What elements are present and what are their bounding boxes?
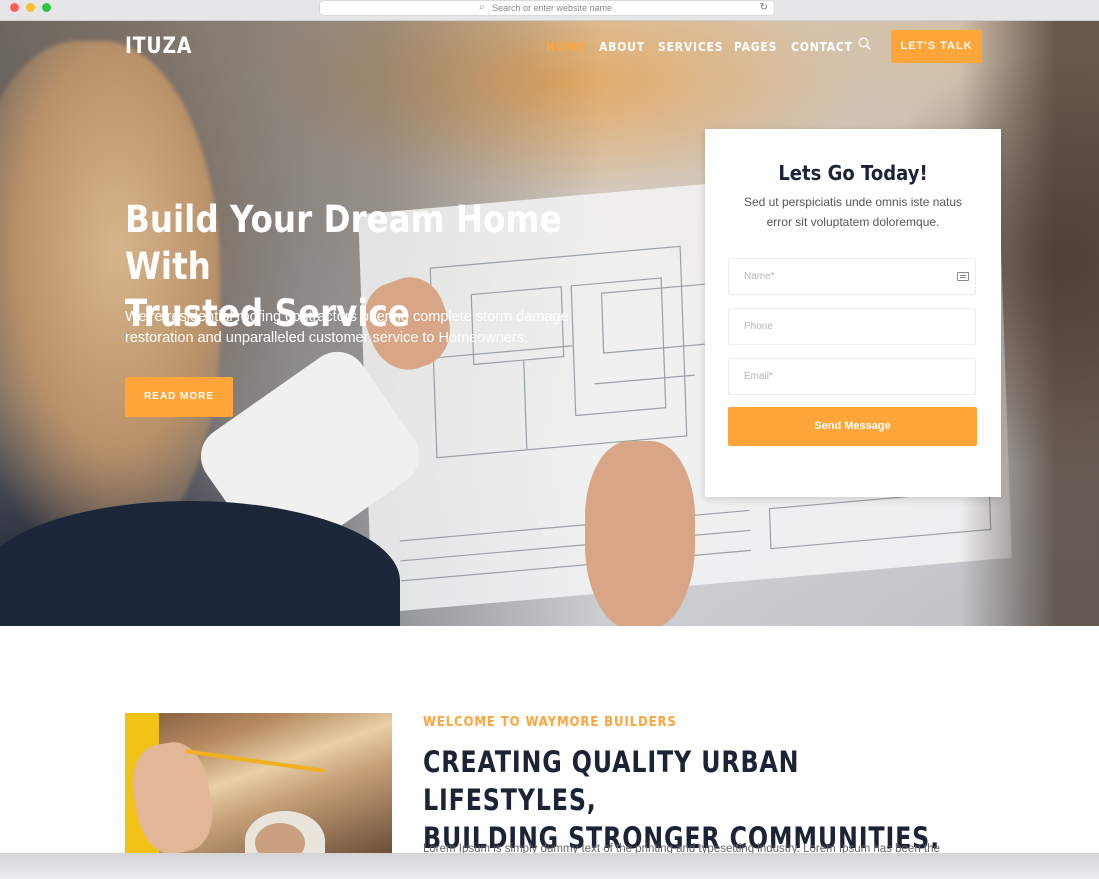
browser-toolbar: ⌕ Search or enter website name ↻ [0, 0, 1099, 21]
phone-placeholder: Phone [744, 321, 773, 332]
about-heading-line: CREATING QUALITY URBAN LIFESTYLES, [423, 745, 800, 817]
form-subtitle-line: Sed ut perspiciatis unde omnis iste natu… [743, 195, 963, 209]
email-placeholder: Email* [744, 371, 773, 382]
name-field[interactable]: Name* [728, 258, 976, 295]
hero-lead-line: restoration and unparalleled customer se… [125, 330, 528, 346]
web-page: ITUZA HOME ABOUT SERVICES PAGES CONTACT … [0, 21, 1099, 853]
name-placeholder: Name* [744, 271, 775, 282]
about-photo [125, 713, 392, 853]
contact-form: Lets Go Today! Sed ut perspiciatis unde … [705, 129, 1001, 497]
form-subtitle-line: error sit voluptatem doloremque. [766, 215, 940, 229]
maximize-window-icon[interactable] [42, 3, 51, 12]
about-photo-level [185, 749, 325, 773]
window-shadow [0, 853, 1099, 879]
about-heading: CREATING QUALITY URBAN LIFESTYLES, BUILD… [423, 743, 948, 853]
nav-home[interactable]: HOME [546, 40, 586, 54]
nav-services[interactable]: SERVICES [658, 40, 723, 54]
nav-contact[interactable]: CONTACT [791, 40, 853, 54]
read-more-button[interactable]: READ MORE [125, 377, 233, 417]
hero-lead: We’re residential roofing contractors of… [125, 307, 625, 349]
search-icon: ⌕ [479, 2, 485, 13]
about-paragraph: Lorem Ipsum is simply dummy text of the … [423, 843, 940, 853]
hero-lead-line: We’re residential roofing contractors of… [125, 309, 569, 325]
reload-icon[interactable]: ↻ [760, 1, 768, 15]
hero-section: ITUZA HOME ABOUT SERVICES PAGES CONTACT … [0, 21, 1099, 626]
nav-pages[interactable]: PAGES [734, 40, 777, 54]
hero-photo-hand [585, 441, 695, 626]
send-message-button[interactable]: Send Message [728, 407, 977, 446]
email-field[interactable]: Email* [728, 358, 976, 395]
phone-field[interactable]: Phone [728, 308, 976, 345]
address-placeholder: Search or enter website name [492, 3, 613, 13]
site-logo[interactable]: ITUZA [125, 34, 192, 59]
close-window-icon[interactable] [10, 3, 19, 12]
hero-title-line: Build Your Dream Home With [125, 198, 562, 288]
address-bar[interactable]: ⌕ Search or enter website name ↻ [320, 1, 774, 15]
contact-card-icon [957, 272, 969, 281]
search-icon[interactable] [858, 37, 872, 51]
form-title: Lets Go Today! [778, 161, 928, 185]
lets-talk-button[interactable]: LET'S TALK [891, 30, 982, 63]
about-eyebrow: WELCOME TO WAYMORE BUILDERS [423, 715, 677, 730]
nav-about[interactable]: ABOUT [599, 40, 645, 54]
minimize-window-icon[interactable] [26, 3, 35, 12]
form-subtitle: Sed ut perspiciatis unde omnis iste natu… [733, 192, 973, 232]
